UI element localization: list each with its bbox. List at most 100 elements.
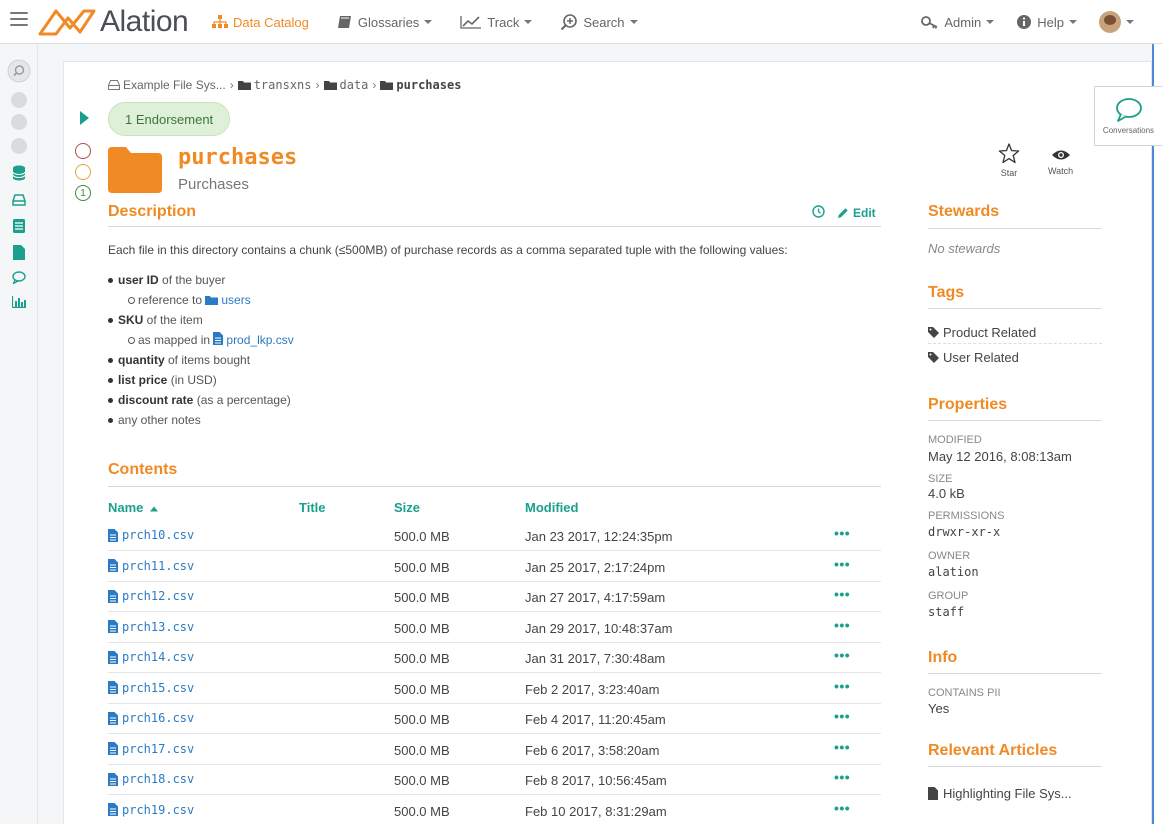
rail-sources[interactable] <box>10 164 28 182</box>
conversations-tab[interactable]: Conversations <box>1094 86 1162 146</box>
history-button[interactable] <box>812 205 825 221</box>
file-name-link[interactable]: prch13.csv <box>108 620 194 634</box>
menu-icon[interactable] <box>10 12 28 26</box>
file-icon <box>108 803 118 816</box>
file-modified: Feb 10 2017, 8:31:29am <box>525 803 667 819</box>
more-actions-button[interactable]: ••• <box>834 525 850 541</box>
nav-search-label: Search <box>583 14 625 30</box>
table-row[interactable]: prch17.csv 500.0 MB Feb 6 2017, 3:58:20am •… <box>108 735 881 765</box>
nav-glossaries[interactable]: Glossaries <box>337 15 433 30</box>
breadcrumb-transxns[interactable]: transxns <box>237 78 312 92</box>
column-header-size[interactable]: Size <box>394 500 420 515</box>
table-row[interactable]: prch19.csv 500.0 MB Feb 10 2017, 8:31:29am… <box>108 796 881 824</box>
property-label: OWNER <box>928 550 971 562</box>
nav-admin[interactable]: Admin <box>921 14 995 30</box>
file-size: 500.0 MB <box>394 681 450 697</box>
star-icon <box>998 143 1020 164</box>
more-actions-button[interactable]: ••• <box>834 800 850 816</box>
rail-articles[interactable] <box>10 243 28 261</box>
tag-product-related[interactable]: Product Related <box>928 325 1036 340</box>
rail-watched[interactable] <box>10 113 28 131</box>
breadcrumb-filesystem[interactable]: Example File Sys... <box>108 78 226 92</box>
more-actions-button[interactable]: ••• <box>834 708 850 724</box>
table-row[interactable]: prch18.csv 500.0 MB Feb 8 2017, 10:56:45am… <box>108 765 881 795</box>
file-name: prch14.csv <box>122 650 195 664</box>
table-row[interactable]: prch13.csv 500.0 MB Jan 29 2017, 10:48:37a… <box>108 613 881 643</box>
nav-admin-label: Admin <box>944 14 982 30</box>
nav-data-catalog[interactable]: Data Catalog <box>212 15 309 30</box>
search-icon <box>7 59 31 83</box>
list-subitem: as mapped in prod_lkp.csv <box>108 330 294 350</box>
file-name-link[interactable]: prch12.csv <box>108 589 194 603</box>
alation-logo[interactable]: Alation <box>38 4 189 40</box>
divider <box>928 766 1102 767</box>
file-name-link[interactable]: prch17.csv <box>108 742 194 756</box>
file-modified: Jan 29 2017, 10:48:37am <box>525 620 673 636</box>
breadcrumb-label: transxns <box>253 78 312 92</box>
file-name-link[interactable]: prch18.csv <box>108 772 194 786</box>
star-button[interactable]: Star <box>998 143 1020 178</box>
tag-user-related[interactable]: User Related <box>928 350 1019 365</box>
file-name: prch10.csv <box>122 528 195 542</box>
table-row[interactable]: prch10.csv 500.0 MB Jan 23 2017, 12:24:35p… <box>108 521 881 551</box>
table-row[interactable]: prch11.csv 500.0 MB Jan 25 2017, 2:17:24pm… <box>108 552 881 582</box>
warning-flag-icon[interactable] <box>75 164 91 180</box>
divider <box>928 228 1102 229</box>
endorsement-flag-icon[interactable]: 1 <box>75 185 91 201</box>
file-name-link[interactable]: prch11.csv <box>108 559 194 573</box>
breadcrumb-data[interactable]: data <box>323 78 368 92</box>
more-actions-button[interactable]: ••• <box>834 556 850 572</box>
column-header-title[interactable]: Title <box>299 500 326 515</box>
nav-track[interactable]: Track <box>460 15 533 30</box>
property-label: GROUP <box>928 590 969 602</box>
endorsement-badge[interactable]: 1 Endorsement <box>108 102 231 136</box>
rail-recent[interactable] <box>10 137 28 155</box>
file-name-link[interactable]: prch10.csv <box>108 528 194 542</box>
object-title[interactable]: Purchases <box>178 176 249 193</box>
file-name-link[interactable]: prch19.csv <box>108 803 194 817</box>
chevron-down-icon <box>1069 20 1077 24</box>
list-item: discount rate (as a percentage) <box>108 390 294 410</box>
more-actions-button[interactable]: ••• <box>834 769 850 785</box>
eye-icon <box>1051 150 1070 160</box>
expand-arrow-icon[interactable] <box>80 111 89 125</box>
column-header-name[interactable]: Name <box>108 500 159 515</box>
file-icon <box>108 559 118 572</box>
divider <box>928 343 1102 344</box>
more-actions-button[interactable]: ••• <box>834 617 850 633</box>
more-actions-button[interactable]: ••• <box>834 678 850 694</box>
edit-label: Edit <box>853 206 876 220</box>
file-name-link[interactable]: prch16.csv <box>108 711 194 725</box>
more-actions-button[interactable]: ••• <box>834 647 850 663</box>
more-actions-button[interactable]: ••• <box>834 586 850 602</box>
users-link[interactable]: users <box>221 293 250 307</box>
rail-stats[interactable] <box>10 293 28 311</box>
file-size: 500.0 MB <box>394 651 450 666</box>
prod-lkp-link[interactable]: prod_lkp.csv <box>226 333 293 347</box>
table-row[interactable]: prch12.csv 500.0 MB Jan 27 2017, 4:17:59am… <box>108 582 881 612</box>
watch-button[interactable]: Watch <box>1048 148 1073 176</box>
edit-button[interactable]: Edit <box>837 206 876 220</box>
table-row[interactable]: prch16.csv 500.0 MB Feb 4 2017, 11:20:45am… <box>108 704 881 734</box>
table-row[interactable]: prch14.csv 500.0 MB Jan 31 2017, 7:30:48am… <box>108 643 881 673</box>
rail-conversations[interactable] <box>10 268 28 286</box>
file-modified: Jan 25 2017, 2:17:24pm <box>525 559 666 575</box>
file-name-link[interactable]: prch15.csv <box>108 681 194 695</box>
avatar <box>1099 11 1121 33</box>
rail-tables[interactable] <box>10 217 28 235</box>
rail-starred[interactable] <box>10 91 28 109</box>
deprecation-flag-icon[interactable] <box>75 143 91 159</box>
table-row[interactable]: prch15.csv 500.0 MB Feb 2 2017, 3:23:40am •… <box>108 674 881 704</box>
rail-filesystems[interactable] <box>10 191 28 209</box>
rail-search[interactable] <box>7 59 31 83</box>
file-name-link[interactable]: prch14.csv <box>108 650 194 664</box>
watch-label: Watch <box>1048 166 1074 176</box>
more-actions-button[interactable]: ••• <box>834 739 850 755</box>
user-menu[interactable] <box>1099 11 1134 33</box>
file-icon <box>108 772 118 786</box>
article-link[interactable]: Highlighting File Sys... <box>928 786 1072 801</box>
book-icon <box>337 16 351 28</box>
nav-search[interactable]: Search <box>560 13 638 31</box>
column-header-modified[interactable]: Modified <box>525 500 578 515</box>
nav-help[interactable]: Help <box>1016 14 1077 30</box>
